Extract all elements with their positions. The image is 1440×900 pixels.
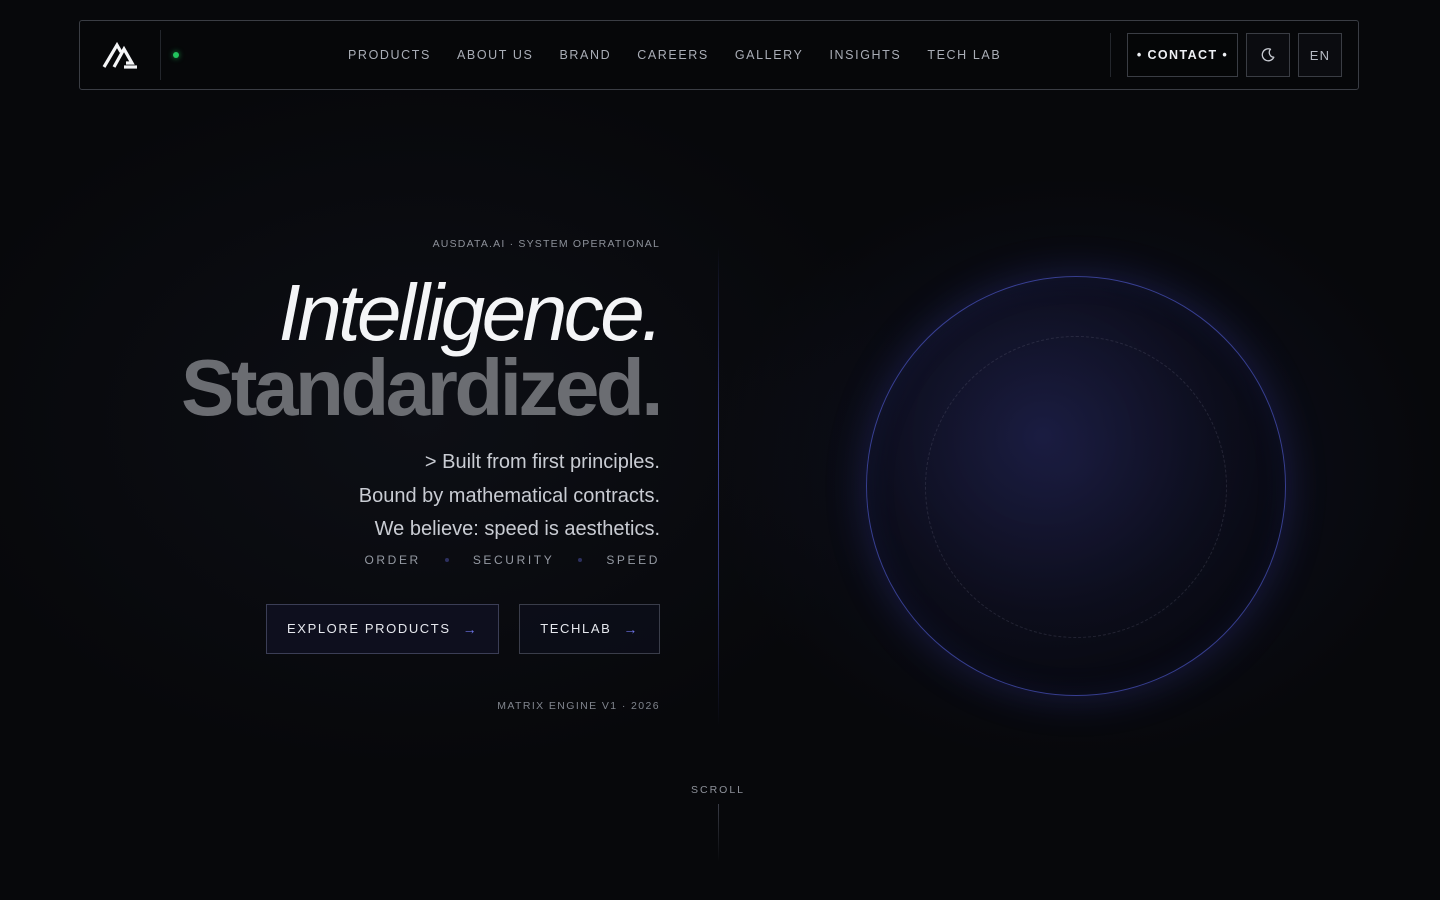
pillar-separator-dot (578, 557, 583, 562)
theme-toggle-button[interactable] (1246, 33, 1290, 77)
description-line: Bound by mathematical contracts. (358, 484, 660, 507)
moon-icon (1261, 48, 1275, 62)
vertical-divider (718, 246, 719, 726)
pillar-order: ORDER (364, 552, 421, 567)
nav-link-products[interactable]: PRODUCTS (348, 48, 431, 62)
nav-divider (160, 30, 161, 80)
arrow-right-icon: → (462, 620, 479, 637)
techlab-label: TECHLAB (540, 621, 612, 636)
contact-button[interactable]: • CONTACT • (1127, 33, 1238, 77)
language-button[interactable]: EN (1298, 33, 1342, 77)
top-navigation: PRODUCTS ABOUT US BRAND CAREERS GALLERY … (79, 20, 1359, 90)
hero-text: AUSDATA.AI · SYSTEM OPERATIONAL Intellig… (100, 238, 664, 712)
nav-divider (1110, 33, 1111, 77)
pillar-security: SECURITY (472, 552, 555, 567)
description-line: > Built from first principles. (424, 451, 660, 473)
techlab-button[interactable]: TECHLAB → (519, 603, 660, 654)
headline-secondary: Standardized. (180, 343, 664, 432)
nav-link-careers[interactable]: CAREERS (637, 48, 709, 62)
pillar-speed: SPEED (606, 552, 660, 567)
value-pillars: ORDER SECURITY SPEED (100, 553, 660, 567)
cta-row: EXPLORE PRODUCTS → TECHLAB → (100, 603, 660, 654)
nav-link-insights[interactable]: INSIGHTS (829, 48, 901, 62)
nav-link-brand[interactable]: BRAND (559, 48, 611, 62)
nav-link-tech-lab[interactable]: TECH LAB (927, 48, 1001, 62)
headline-primary: Intelligence. (278, 268, 664, 357)
description-line: We believe: speed is aesthetics. (374, 518, 660, 540)
nav-link-about-us[interactable]: ABOUT US (457, 48, 533, 62)
ausdata-logo-icon[interactable] (102, 39, 138, 71)
explore-products-button[interactable]: EXPLORE PRODUCTS → (266, 603, 500, 654)
scroll-indicator-label[interactable]: SCROLL (678, 784, 758, 796)
explore-products-label: EXPLORE PRODUCTS (287, 621, 451, 636)
pillar-separator-dot (444, 557, 449, 562)
nav-link-gallery[interactable]: GALLERY (735, 48, 804, 62)
arrow-right-icon: → (623, 620, 639, 637)
engine-meta: MATRIX ENGINE V1 · 2026 (497, 699, 660, 712)
hero-description: > Built from first principles. Bound by … (100, 446, 660, 547)
scroll-indicator-line (718, 804, 719, 862)
status-indicator-dot (173, 52, 179, 58)
orb-inner-ring (925, 336, 1227, 638)
hero-eyebrow: AUSDATA.AI · SYSTEM OPERATIONAL (432, 238, 660, 250)
nav-links: PRODUCTS ABOUT US BRAND CAREERS GALLERY … (348, 21, 1001, 89)
